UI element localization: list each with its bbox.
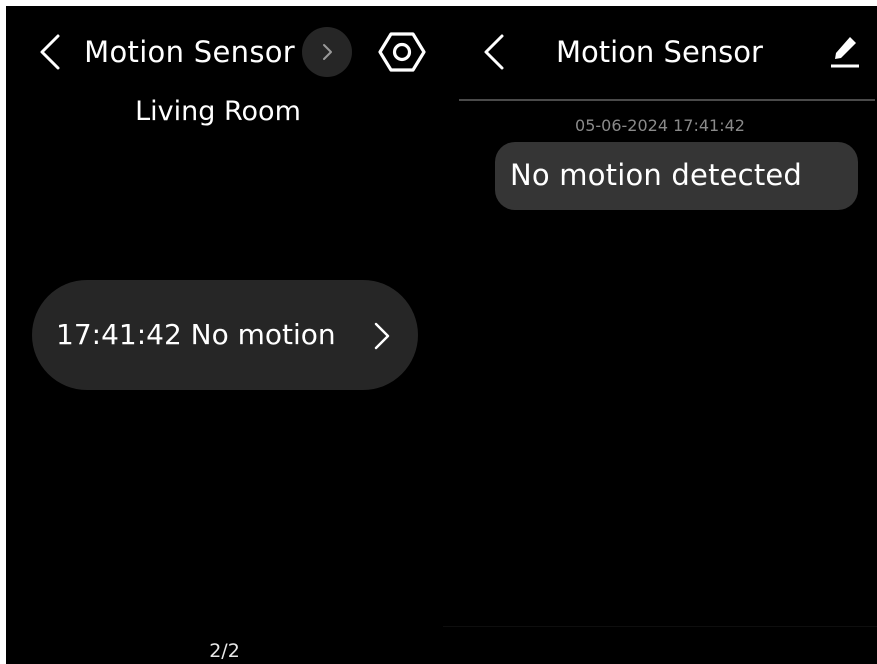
chevron-left-icon [484, 34, 504, 70]
chevron-left-icon [40, 34, 60, 70]
last-event-label: 17:41:42 No motion [56, 318, 336, 351]
edit-button[interactable] [828, 33, 862, 71]
event-message: No motion detected [510, 158, 803, 192]
room-name: Living Room [135, 96, 301, 127]
header-divider [459, 99, 875, 101]
settings-button[interactable] [378, 28, 426, 76]
last-event-pill[interactable]: 17:41:42 No motion [32, 280, 418, 390]
back-button[interactable] [480, 32, 508, 72]
title-clip: Motion Sensor [82, 32, 295, 74]
page-title: Motion Sensor [84, 35, 295, 69]
page-title: Motion Sensor [556, 35, 763, 69]
chevron-right-icon [323, 44, 332, 60]
event-timestamp: 05-06-2024 17:41:42 [575, 116, 745, 135]
event-log-screen: Motion Sensor 05-06-2024 17:41:42 No mot… [443, 6, 877, 664]
back-button[interactable] [36, 32, 64, 72]
hexagon-settings-icon [378, 32, 426, 72]
next-device-button[interactable] [302, 27, 352, 77]
bottom-divider [443, 626, 877, 627]
event-message-bubble: No motion detected [495, 142, 858, 210]
chevron-right-icon [374, 322, 390, 350]
pencil-icon [831, 37, 859, 68]
sensor-overview-screen: Motion Sensor Living Room 17:41:42 No mo… [6, 6, 443, 664]
page-indicator: 2/2 [209, 640, 240, 662]
